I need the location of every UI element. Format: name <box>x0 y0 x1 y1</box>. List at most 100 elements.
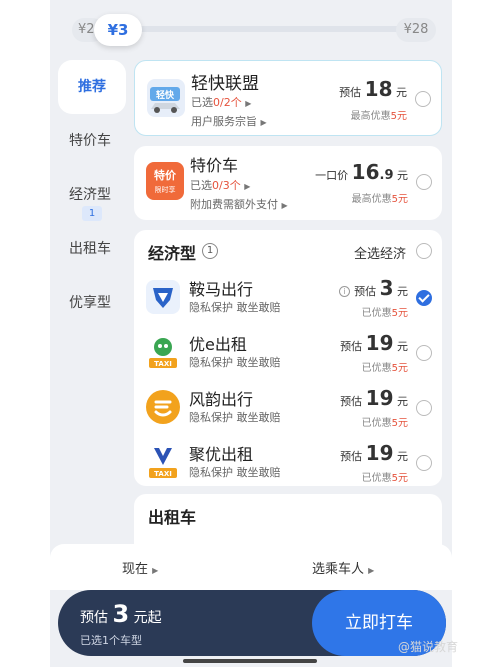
ride-note[interactable]: 用户服务宗旨 ▶ <box>191 113 267 129</box>
passenger-option[interactable]: 选乘车人 ▶ <box>312 558 374 577</box>
price-prefix: 预估 <box>340 395 363 408</box>
nav-item-premium[interactable]: 优享型 <box>50 276 130 330</box>
chevron-right-icon: ▶ <box>245 99 252 108</box>
time-option[interactable]: 现在 ▶ <box>122 558 158 577</box>
section-count-badge: 1 <box>202 243 218 259</box>
select-checkbox[interactable] <box>416 400 432 416</box>
estimate-value: 3 <box>112 600 130 628</box>
selected-count: 0/3个 <box>212 179 241 192</box>
ride-card-discount[interactable]: 特价 限时享 特价车 已选0/3个 ▶ 附加费需额外支付 ▶ 一口价 16.9 … <box>134 146 442 220</box>
ride-price: 预估 19 元 <box>340 441 408 465</box>
discount-prefix: 已优惠 <box>361 308 392 319</box>
price-value: 19 <box>365 441 394 465</box>
ride-price: 一口价 16.9 元 <box>315 160 408 184</box>
discount-logo-icon: 特价 限时享 <box>146 162 184 200</box>
nav-item-discount[interactable]: 特价车 <box>50 114 130 168</box>
fengyun-logo-icon <box>146 390 180 424</box>
ride-title: 聚优出租 <box>189 445 254 464</box>
price-range-slider[interactable]: ¥2 ¥28 ¥3 <box>50 14 452 48</box>
passenger-option-label: 选乘车人 <box>312 562 365 577</box>
nav-item-recommend[interactable]: 推荐 <box>58 60 126 114</box>
ride-tags: 隐私保护 敢坐敢赔 <box>189 356 281 369</box>
ride-selected-count[interactable]: 已选0/2个 ▶ <box>191 94 251 110</box>
select-checkbox[interactable] <box>416 345 432 361</box>
category-nav: 推荐 特价车 经济型 1 出租车 优享型 <box>50 60 130 330</box>
discount-value: 5元 <box>391 194 408 205</box>
select-checkbox[interactable] <box>416 174 432 190</box>
price-prefix: 预估 <box>339 86 362 99</box>
ride-price: 预估 18 元 <box>339 77 407 101</box>
ride-title: 风韵出行 <box>189 390 254 409</box>
price-value: 19 <box>365 331 394 355</box>
ride-row-youe[interactable]: TAXI 优e出租 隐私保护 敢坐敢赔 预估 19 元 已优惠5元 <box>134 325 442 380</box>
nav-item-label: 特价车 <box>69 133 111 149</box>
price-decimal: .9 <box>379 168 394 183</box>
price-prefix: 预估 <box>340 450 363 463</box>
ride-discount: 已优惠5元 <box>362 304 408 319</box>
economy-header: 经济型 1 全选经济 <box>134 230 442 270</box>
taxi-header: 出租车 <box>134 494 442 534</box>
logo-text: 轻快 <box>156 89 175 101</box>
price-prefix: 一口价 <box>315 169 349 182</box>
selected-prefix: 已选 <box>190 179 212 192</box>
bottom-action-bar: 预估 3 元起 已选1个车型 立即打车 <box>58 590 446 656</box>
ride-selected-count[interactable]: 已选0/3个 ▶ <box>190 177 250 193</box>
discount-value: 5元 <box>390 111 407 122</box>
ride-price: 预估 19 元 <box>340 386 408 410</box>
nav-item-economy[interactable]: 经济型 1 <box>50 168 130 222</box>
selected-prefix: 已选 <box>191 96 213 109</box>
price-unit: 元 <box>397 450 408 463</box>
nav-item-label: 优享型 <box>69 295 111 311</box>
ride-discount: 已优惠5元 <box>362 359 408 374</box>
discount-prefix: 已优惠 <box>361 363 392 374</box>
note-text: 用户服务宗旨 <box>191 115 257 128</box>
ride-discount: 最高优惠5元 <box>352 190 408 205</box>
select-all-checkbox[interactable] <box>416 243 432 259</box>
chevron-right-icon: ▶ <box>368 566 375 575</box>
taxi-tag: TAXI <box>154 360 172 368</box>
price-unit: 元 <box>397 340 408 353</box>
nav-item-label: 推荐 <box>78 79 106 95</box>
slider-thumb[interactable]: ¥3 <box>94 14 142 46</box>
ride-row-juyou[interactable]: TAXI 聚优出租 隐私保护 敢坐敢赔 预估 19 元 已优惠5元 <box>134 435 442 490</box>
trip-options: 现在 ▶ 选乘车人 ▶ <box>50 544 452 590</box>
chevron-right-icon: ▶ <box>244 182 251 191</box>
price-unit: 元 <box>397 395 408 408</box>
taxi-tag: TAXI <box>154 470 172 478</box>
select-all-label[interactable]: 全选经济 <box>354 243 406 262</box>
estimate-price: 预估 3 元起 <box>80 600 162 628</box>
ride-card-qingkuai[interactable]: 轻快 轻快联盟 已选0/2个 ▶ 用户服务宗旨 ▶ 预估 18 元 最高优惠5元 <box>134 60 442 136</box>
anma-logo-icon <box>146 280 180 314</box>
note-text: 附加费需额外支付 <box>190 198 278 211</box>
ride-price: 预估 19 元 <box>340 331 408 355</box>
discount-value: 5元 <box>391 418 408 429</box>
ride-row-anma[interactable]: 鞍马出行 隐私保护 敢坐敢赔 i 预估 3 元 已优惠5元 <box>134 270 442 325</box>
discount-value: 5元 <box>391 308 408 319</box>
youe-logo-icon: TAXI <box>146 335 180 369</box>
juyou-logo-icon: TAXI <box>146 445 180 479</box>
ride-tags: 隐私保护 敢坐敢赔 <box>189 301 281 314</box>
ride-title: 鞍马出行 <box>189 280 254 299</box>
ride-tags: 隐私保护 敢坐敢赔 <box>189 466 281 479</box>
slider-max-label: ¥28 <box>396 18 436 42</box>
select-checkbox-checked[interactable] <box>416 290 432 306</box>
selected-types-count: 已选1个车型 <box>80 634 142 647</box>
nav-item-taxi[interactable]: 出租车 <box>50 222 130 276</box>
price-value: 3 <box>379 276 394 300</box>
home-indicator[interactable] <box>183 659 317 663</box>
discount-prefix: 已优惠 <box>361 418 392 429</box>
price-prefix: 预估 <box>340 340 363 353</box>
select-checkbox[interactable] <box>415 91 431 107</box>
ride-title: 特价车 <box>190 156 239 175</box>
estimate-prefix: 预估 <box>80 610 108 626</box>
discount-prefix: 最高优惠 <box>350 111 391 122</box>
app-screen: ¥2 ¥28 ¥3 推荐 特价车 经济型 1 出租车 优享型 轻快 轻快联盟 已选… <box>50 0 452 667</box>
discount-prefix: 已优惠 <box>361 473 392 484</box>
nav-item-label: 出租车 <box>69 241 111 257</box>
ride-discount: 已优惠5元 <box>362 414 408 429</box>
info-icon[interactable]: i <box>339 286 351 297</box>
ride-row-fengyun[interactable]: 风韵出行 隐私保护 敢坐敢赔 预估 19 元 已优惠5元 <box>134 380 442 435</box>
watermark-text: @猫说教育 <box>398 640 459 654</box>
ride-note[interactable]: 附加费需额外支付 ▶ <box>190 196 288 212</box>
select-checkbox[interactable] <box>416 455 432 471</box>
